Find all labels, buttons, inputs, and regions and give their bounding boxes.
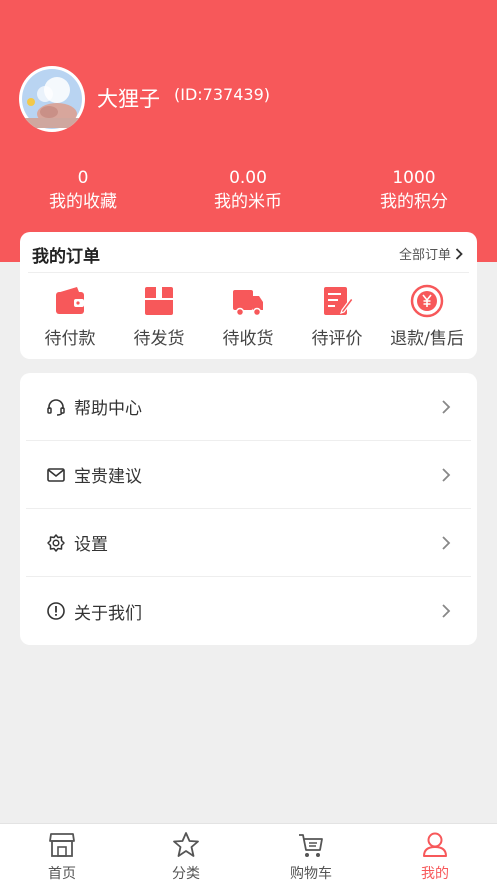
tab-mine[interactable]: 我的 — [395, 830, 475, 883]
all-orders-label: 全部订单 — [398, 248, 451, 263]
info-icon — [47, 602, 65, 620]
user-id: (ID:737439) — [174, 85, 270, 104]
divider — [28, 272, 469, 273]
all-orders-link[interactable]: 全部订单 — [399, 244, 463, 263]
headset-icon — [47, 398, 65, 416]
order-pending-payment[interactable]: 待付款 — [25, 284, 115, 349]
chevron-right-icon — [442, 536, 451, 550]
truck-icon — [233, 290, 263, 317]
orders-title: 我的订单 — [32, 247, 100, 267]
tab-category[interactable]: 分类 — [146, 830, 226, 883]
stat-label: 我的积分 — [380, 192, 448, 212]
menu-label: 帮助中心 — [74, 399, 142, 419]
order-label: 待收货 — [222, 329, 274, 349]
stat-label: 我的米币 — [214, 192, 282, 212]
stat-favorites[interactable]: 0 我的收藏 — [13, 167, 153, 215]
review-icon — [324, 287, 354, 315]
stat-value: 1000 — [392, 168, 436, 188]
menu-label: 关于我们 — [74, 603, 142, 624]
tab-label: 购物车 — [290, 866, 332, 882]
chevron-right-icon — [455, 247, 463, 260]
chevron-right-icon — [442, 604, 451, 618]
user-icon — [423, 832, 447, 857]
cart-icon — [299, 834, 323, 857]
package-icon — [145, 287, 173, 315]
tab-cart[interactable]: 购物车 — [271, 830, 351, 883]
menu-item-help[interactable]: 帮助中心 — [26, 373, 471, 441]
store-icon — [49, 833, 75, 857]
username: 大狸子 — [97, 87, 160, 111]
order-pending-shipment[interactable]: 待发货 — [114, 284, 204, 349]
order-label: 待评价 — [311, 329, 363, 349]
tab-label: 我的 — [421, 866, 449, 882]
order-pending-receipt[interactable]: 待收货 — [203, 284, 293, 349]
tab-label: 首页 — [48, 866, 76, 882]
profile-header: 大狸子 (ID:737439) 0 我的收藏 0.00 我的米币 1000 我的… — [0, 0, 497, 262]
order-label: 待付款 — [44, 329, 96, 349]
avatar[interactable] — [19, 66, 85, 132]
tab-label: 分类 — [172, 866, 200, 882]
stat-value: 0 — [77, 168, 89, 188]
menu-label: 宝贵建议 — [74, 467, 142, 487]
stat-value: 0.00 — [229, 168, 267, 188]
order-pending-review[interactable]: 待评价 — [292, 284, 382, 349]
chevron-right-icon — [442, 468, 451, 482]
tab-home[interactable]: 首页 — [22, 830, 102, 883]
order-label: 退款/售后 — [390, 329, 464, 349]
stat-coins[interactable]: 0.00 我的米币 — [178, 167, 318, 215]
mail-icon — [47, 467, 65, 482]
stat-label: 我的收藏 — [49, 192, 117, 212]
wallet-icon — [56, 287, 84, 314]
order-label: 待发货 — [133, 329, 185, 349]
refund-icon — [410, 284, 444, 318]
chevron-right-icon — [442, 400, 451, 414]
menu-label: 设置 — [74, 535, 108, 555]
menu-card: 帮助中心 宝贵建议 设置 关于我们 — [20, 373, 477, 645]
menu-item-settings[interactable]: 设置 — [26, 509, 471, 577]
avatar-image — [22, 69, 82, 129]
menu-item-feedback[interactable]: 宝贵建议 — [26, 441, 471, 509]
star-icon — [173, 832, 199, 857]
settings-icon — [47, 533, 65, 552]
menu-item-about[interactable]: 关于我们 — [26, 577, 471, 645]
order-refund-aftersale[interactable]: 退款/售后 — [382, 284, 472, 349]
bottom-tab-bar: 首页 分类 购物车 我的 — [0, 823, 497, 883]
orders-card: 我的订单 全部订单 待付款 待发货 待收货 待评价 退款/售后 — [20, 232, 477, 359]
stat-points[interactable]: 1000 我的积分 — [344, 167, 484, 215]
